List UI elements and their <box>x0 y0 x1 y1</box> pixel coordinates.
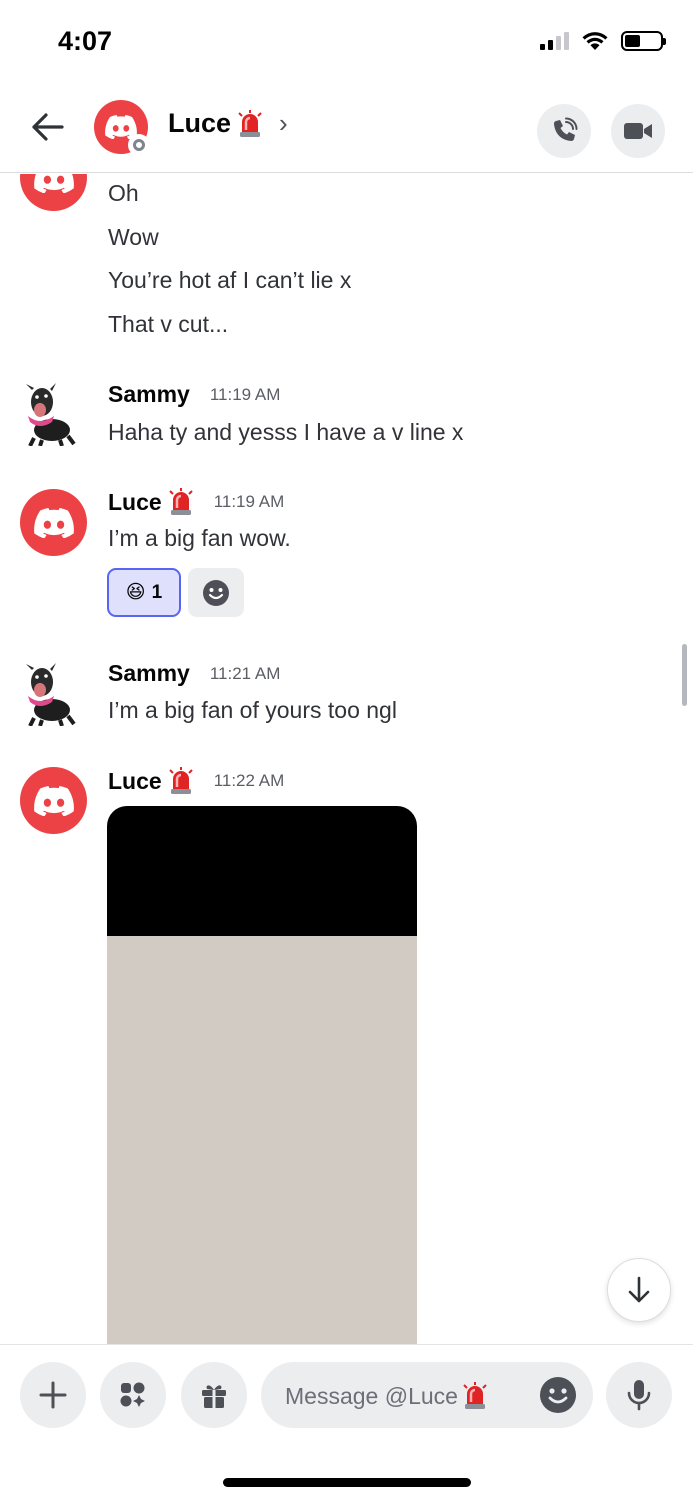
message-text: I’m a big fan of yours too ngl <box>108 697 397 723</box>
dm-header: Luce › <box>0 84 693 173</box>
attach-button[interactable] <box>20 1362 86 1428</box>
message-author[interactable]: Sammy 11:19 AM <box>108 381 280 408</box>
photo-placeholder <box>107 936 417 1344</box>
laughing-emoji-icon: 😆 <box>125 582 146 603</box>
avatar[interactable] <box>20 489 87 556</box>
discord-logo-icon <box>34 508 74 538</box>
video-camera-icon <box>624 123 652 139</box>
back-button[interactable] <box>26 106 68 148</box>
message-composer: Message @Luce <box>0 1344 693 1444</box>
avatar[interactable] <box>20 767 87 834</box>
gift-button[interactable] <box>181 1362 247 1428</box>
plus-icon <box>39 1381 67 1409</box>
emoji-face-icon <box>203 579 229 606</box>
message-input[interactable]: Message @Luce <box>261 1362 593 1428</box>
chevron-right-icon: › <box>279 108 288 138</box>
arrow-down-icon <box>628 1276 650 1303</box>
message-placeholder: Message @Luce <box>285 1382 488 1410</box>
status-time: 4:07 <box>58 26 113 56</box>
placeholder-text: Message @Luce <box>285 1382 458 1409</box>
status-icons <box>540 30 666 52</box>
message-text: Wow <box>108 224 159 250</box>
reaction-count: 1 <box>151 581 163 603</box>
siren-emoji-icon <box>462 1382 488 1410</box>
author-name: Luce <box>108 767 162 794</box>
apps-icon <box>120 1382 145 1407</box>
author-name: Sammy <box>108 381 190 407</box>
status-bar: 4:07 <box>0 0 693 84</box>
emoji-face-icon[interactable] <box>539 1376 577 1414</box>
message-author[interactable]: Sammy 11:21 AM <box>108 660 280 687</box>
scrollbar-thumb[interactable] <box>682 644 687 706</box>
home-indicator <box>223 1478 471 1487</box>
message-timestamp: 11:19 AM <box>209 384 281 404</box>
cellular-signal-icon <box>540 32 569 50</box>
reaction-chip[interactable]: 😆 1 <box>107 568 181 617</box>
message-author[interactable]: Luce 11:19 AM <box>108 488 284 516</box>
wifi-icon <box>582 32 608 50</box>
microphone-icon <box>627 1380 651 1411</box>
voice-message-button[interactable] <box>606 1362 672 1428</box>
siren-emoji-icon <box>237 110 263 138</box>
message-list[interactable]: Oh Wow You’re hot af I can’t lie x That … <box>0 174 693 1344</box>
jump-to-present-button[interactable] <box>607 1258 671 1322</box>
message-timestamp: 11:19 AM <box>213 492 285 511</box>
avatar[interactable] <box>20 660 80 726</box>
header-user-name[interactable]: Luce › <box>168 108 288 139</box>
author-name: Sammy <box>108 660 190 686</box>
author-name: Luce <box>108 488 162 515</box>
avatar[interactable] <box>20 174 87 211</box>
message-text: I’m a big fan wow. <box>108 525 291 551</box>
message-timestamp: 11:21 AM <box>209 663 281 683</box>
siren-emoji-icon <box>168 488 194 516</box>
redaction-bar <box>107 806 417 936</box>
voice-call-button[interactable] <box>537 104 591 158</box>
phone-icon <box>553 117 578 142</box>
message-text: That v cut... <box>108 311 229 337</box>
image-attachment[interactable] <box>107 806 417 1344</box>
message-text: You’re hot af I can’t lie x <box>108 267 352 293</box>
battery-icon <box>621 31 666 51</box>
discord-logo-icon <box>34 786 74 816</box>
avatar[interactable] <box>20 380 80 446</box>
message-text: Oh <box>108 180 139 206</box>
message-text: Haha ty and yesss I have a v line x <box>108 419 464 445</box>
message-timestamp: 11:22 AM <box>213 771 285 790</box>
apps-button[interactable] <box>100 1362 166 1428</box>
gift-icon <box>202 1385 226 1408</box>
offline-status-indicator <box>128 134 150 156</box>
add-reaction-button[interactable] <box>188 568 244 617</box>
video-call-button[interactable] <box>611 104 665 158</box>
header-name-text: Luce <box>168 108 232 138</box>
arrow-left-icon <box>32 113 64 141</box>
discord-logo-icon <box>34 174 74 193</box>
siren-emoji-icon <box>168 767 194 795</box>
message-author[interactable]: Luce 11:22 AM <box>108 767 284 795</box>
